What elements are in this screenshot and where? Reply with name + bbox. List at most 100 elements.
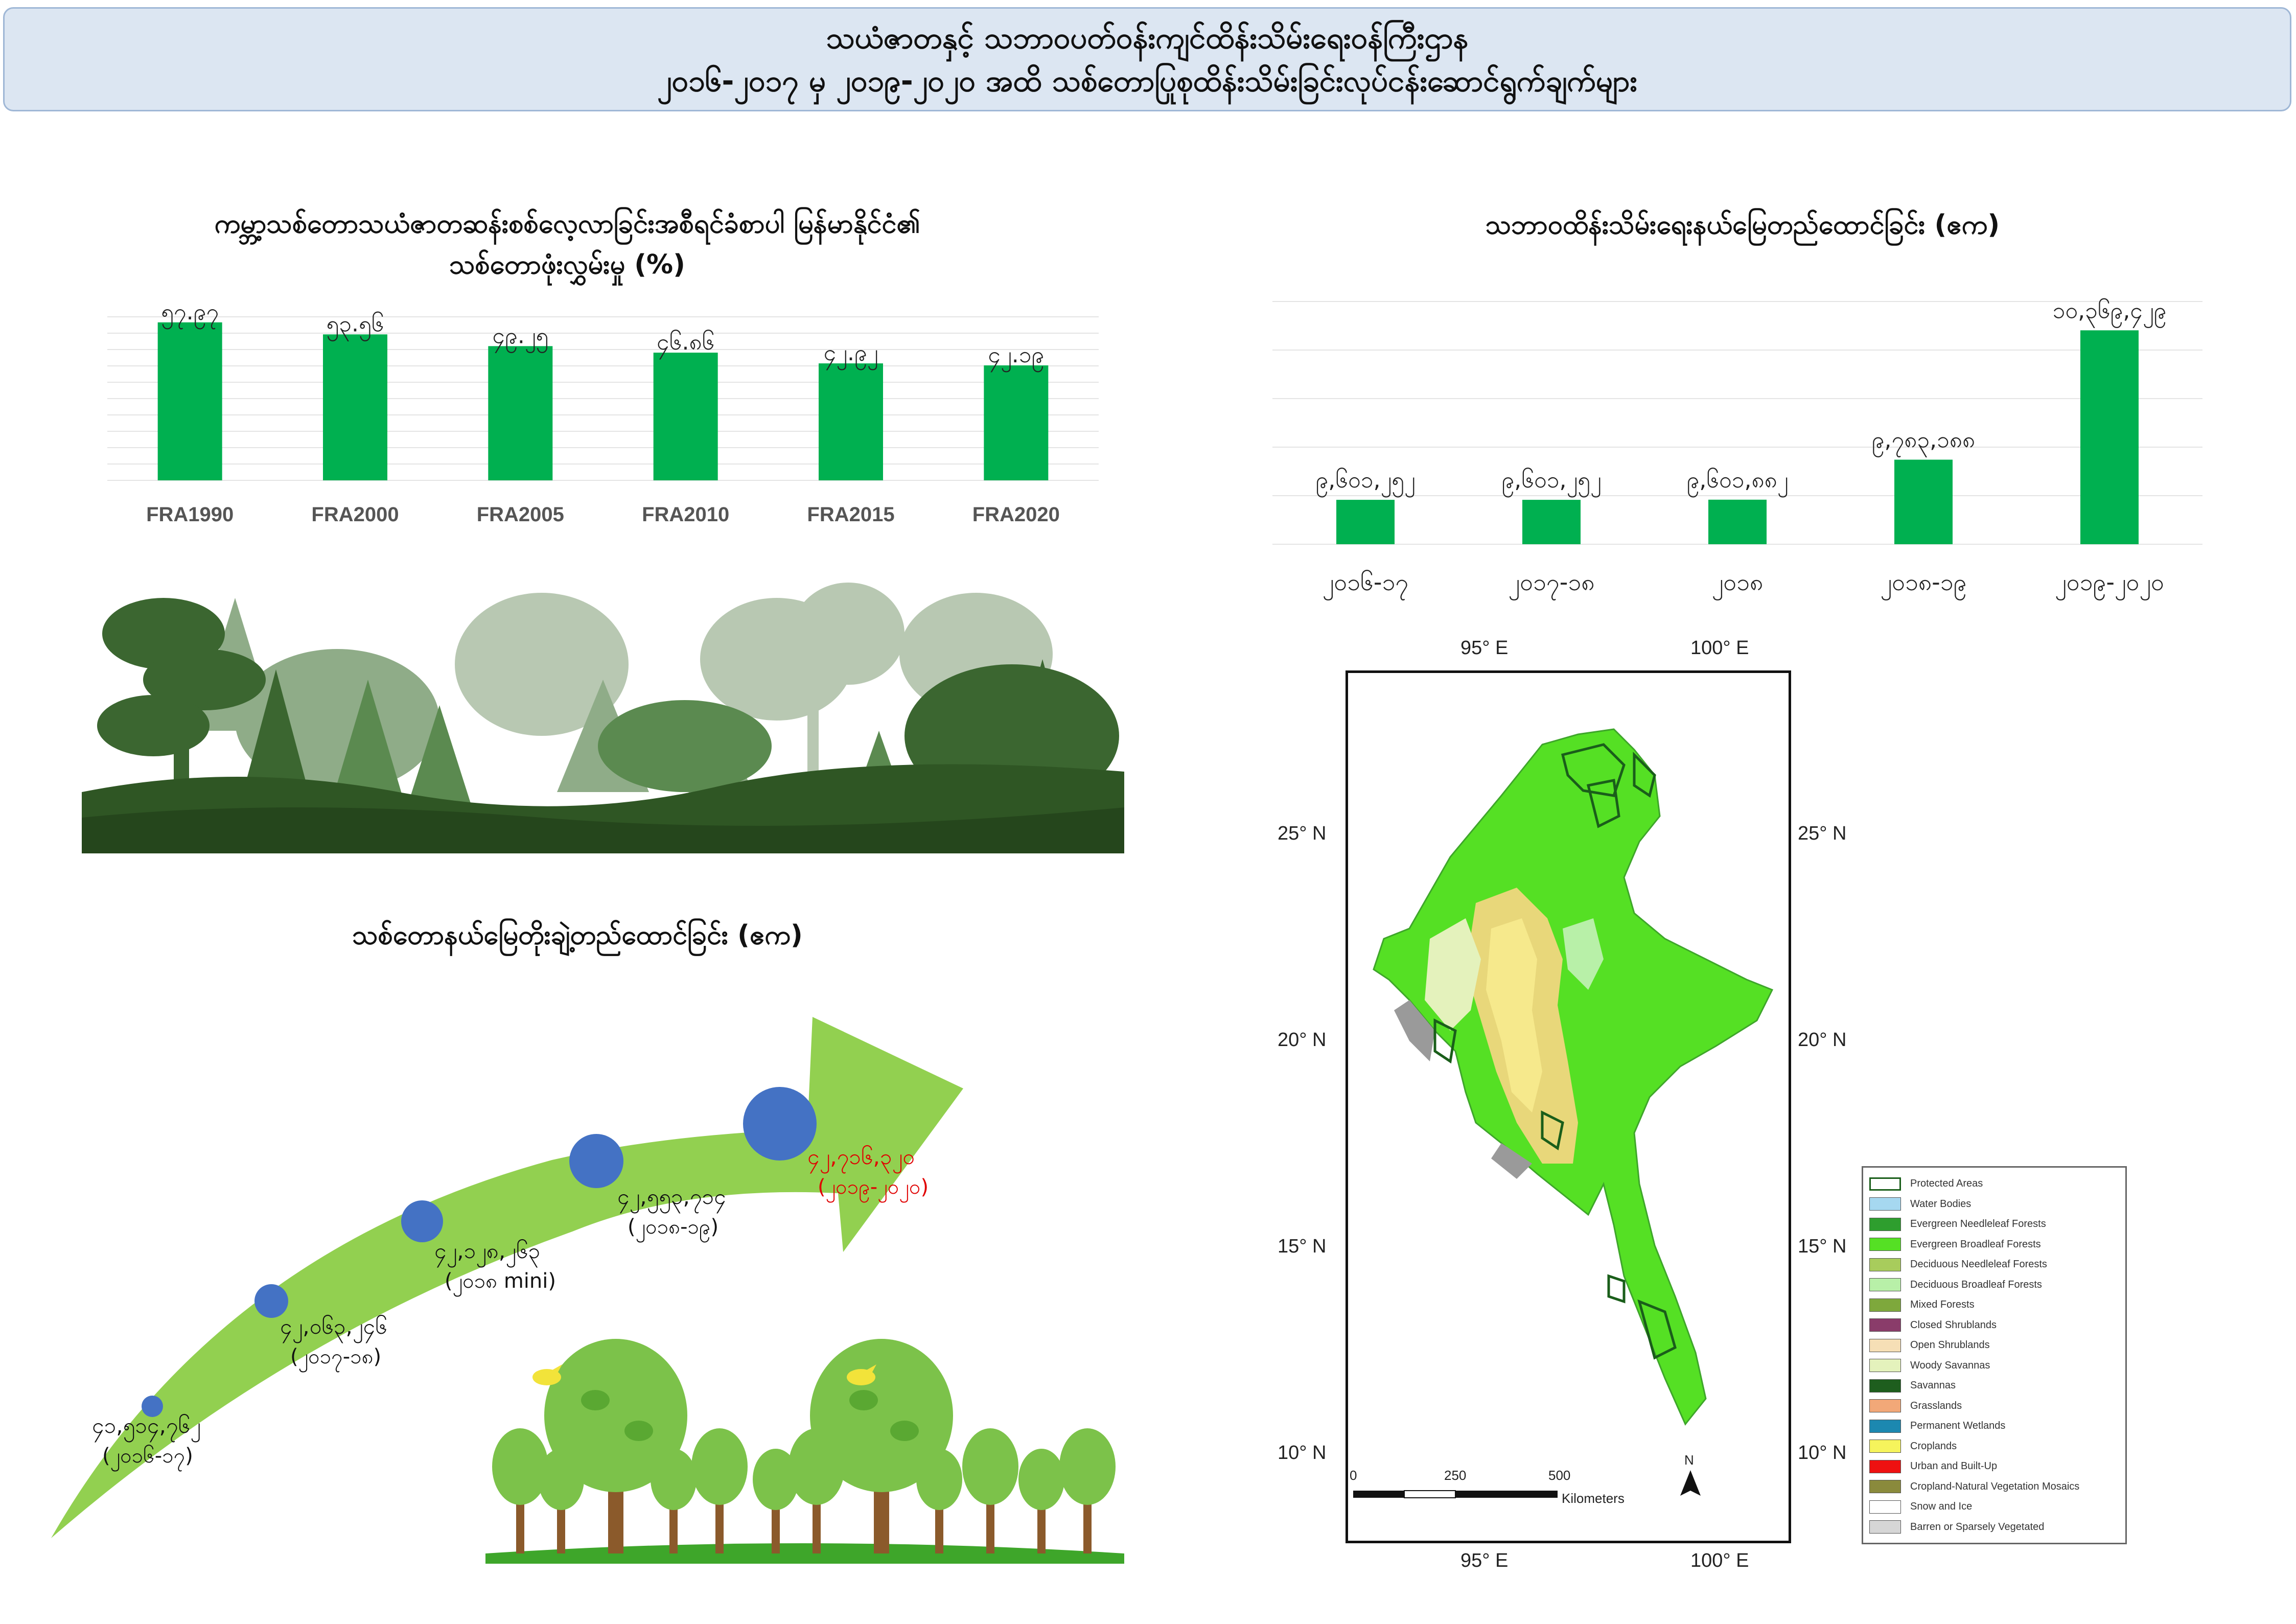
map-right-lat-tick: 25° N <box>1798 823 1847 844</box>
forest-silhouette-image <box>82 577 1124 853</box>
land-cover-map: 0 250 500 Kilometers N <box>1346 670 1791 1543</box>
forest-cover-chart: ၅၇.၉၇FRA1990၅၃.၅၆FRA2000၄၉.၂၅FRA2005၄၆.၈… <box>107 307 1099 526</box>
legend-label: Mixed Forests <box>1910 1299 1975 1311</box>
legend-swatch <box>1869 1379 1901 1393</box>
x-tick-label: FRA2005 <box>477 503 564 526</box>
bar <box>819 363 883 480</box>
bar <box>653 353 718 480</box>
bar-data-label: ၄၂.၉၂ <box>824 340 878 370</box>
north-arrow-icon <box>1680 1470 1701 1496</box>
x-tick-label: ၂၀၁၇-၁၈ <box>1509 568 1595 601</box>
x-tick-label: FRA2015 <box>807 503 894 526</box>
legend-label: Evergreen Broadleaf Forests <box>1910 1238 2041 1250</box>
legend-item: Permanent Wetlands <box>1869 1416 2125 1436</box>
legend-item: Croplands <box>1869 1436 2125 1457</box>
bird-icon <box>532 1364 562 1385</box>
legend-label: Deciduous Broadleaf Forests <box>1910 1279 2042 1290</box>
legend-item: Barren or Sparsely Vegetated <box>1869 1517 2125 1538</box>
legend-label: Permanent Wetlands <box>1910 1420 2006 1432</box>
scale-label-0: 0 <box>1350 1468 1357 1483</box>
legend-label: Deciduous Needleleaf Forests <box>1910 1259 2047 1270</box>
map-bottom-lon-tick: 95° E <box>1460 1550 1509 1571</box>
x-tick-label: FRA2020 <box>972 503 1060 526</box>
bar <box>1522 500 1581 544</box>
bar-data-label: ၁၀,၃၆၉,၄၂၉ <box>2053 297 2167 328</box>
map-right-lat-tick: 10° N <box>1798 1442 1847 1464</box>
x-tick-label: ၂၀၁၆-၁၇ <box>1323 568 1409 601</box>
map-right-lat-tick: 20° N <box>1798 1029 1847 1051</box>
legend-item: Woody Savannas <box>1869 1356 2125 1376</box>
bar <box>1894 459 1953 544</box>
legend-label: Closed Shrublands <box>1910 1319 1997 1331</box>
page-banner: သယံဇာတနှင့် သဘာဝပတ်ဝန်းကျင်ထိန်းသိမ်းရေး… <box>3 7 2291 111</box>
legend-label: Urban and Built-Up <box>1910 1460 1998 1472</box>
bar <box>323 334 387 480</box>
bar-data-label: ၉,၆၀၁,၈၈၂ <box>1687 467 1789 498</box>
x-tick-label: FRA2010 <box>642 503 729 526</box>
bar-data-label: ၉,၆၀၁,၂၅၂ <box>1316 467 1416 498</box>
legend-item: Protected Areas <box>1869 1174 2125 1194</box>
bar-data-label: ၄၉.၂၅ <box>492 322 548 353</box>
legend-swatch <box>1869 1338 1901 1352</box>
x-tick-label: FRA1990 <box>146 503 234 526</box>
legend-label: Protected Areas <box>1910 1178 1983 1190</box>
protected-area-title: သဘာဝထိန်းသိမ်းရေးနယ်မြေတည်ထောင်ခြင်း (ဧက… <box>1485 210 2000 240</box>
bar <box>1336 500 1395 544</box>
legend-item: Snow and Ice <box>1869 1497 2125 1517</box>
bar <box>2080 330 2139 544</box>
legend-label: Evergreen Needleleaf Forests <box>1910 1218 2046 1230</box>
x-tick-label: ၂၀၁၈ <box>1712 568 1764 601</box>
trees-illustration <box>485 1339 1124 1564</box>
legend-swatch <box>1869 1197 1901 1211</box>
legend-swatch <box>1869 1238 1901 1251</box>
legend-swatch <box>1869 1520 1901 1534</box>
legend-label: Open Shrublands <box>1910 1339 1990 1351</box>
legend-swatch <box>1869 1459 1901 1473</box>
bar <box>984 365 1049 480</box>
legend-swatch <box>1869 1298 1901 1312</box>
scale-bar <box>1353 1490 1558 1498</box>
map-top-lon-tick: 95° E <box>1460 637 1509 659</box>
legend-swatch <box>1869 1440 1901 1453</box>
legend-label: Croplands <box>1910 1440 1957 1452</box>
legend-label: Woody Savannas <box>1910 1359 1990 1371</box>
scale-unit-label: Kilometers <box>1562 1491 1625 1506</box>
legend-label: Grasslands <box>1910 1400 1962 1411</box>
north-label: N <box>1684 1452 1694 1468</box>
legend-item: Grasslands <box>1869 1396 2125 1417</box>
bar-data-label: ၄၂.၁၉ <box>988 342 1044 373</box>
map-top-lon-tick: 100° E <box>1690 637 1749 659</box>
banner-title-line1: သယံဇာတနှင့် သဘာဝပတ်ဝန်းကျင်ထိန်းသိမ်းရေး… <box>826 20 1469 55</box>
legend-item: Mixed Forests <box>1869 1295 2125 1315</box>
map-bottom-lon-tick: 100° E <box>1690 1550 1749 1571</box>
x-tick-label: FRA2000 <box>311 503 399 526</box>
map-left-lat-tick: 15° N <box>1278 1236 1327 1257</box>
legend-swatch <box>1869 1500 1901 1514</box>
x-tick-label: ၂၀၁၈-၁၉ <box>1881 568 1967 601</box>
banner-title-line2: ၂၀၁၆-၂၀၁၇ မှ ၂၀၁၉-၂၀၂၀ အထိ သစ်တောပြုစုထိ… <box>657 63 1637 98</box>
legend-item: Cropland-Natural Vegetation Mosaics <box>1869 1477 2125 1497</box>
legend-swatch <box>1869 1278 1901 1292</box>
legend-label: Barren or Sparsely Vegetated <box>1910 1521 2045 1533</box>
bar <box>157 322 222 480</box>
legend-item: Open Shrublands <box>1869 1335 2125 1356</box>
protected-area-chart: ၉,၆၀၁,၂၅၂၂၀၁၆-၁၇ ၉,၆၀၁,၂၅၂၂၀၁၇-၁၈ ၉,၆၀၁,၈၈… <box>1272 297 2202 601</box>
legend-item: Deciduous Needleleaf Forests <box>1869 1255 2125 1275</box>
bar <box>1708 499 1767 544</box>
legend-item: Deciduous Broadleaf Forests <box>1869 1275 2125 1295</box>
bar-data-label: ၉,၇၈၃,၁၈၈ <box>1872 427 1975 458</box>
forest-cover-title: ကမ္ဘာ့သစ်တောသယံဇာတဆန်းစစ်လေ့လာခြင်းအစီရင… <box>66 203 1068 285</box>
legend-swatch <box>1869 1318 1901 1332</box>
legend-swatch <box>1869 1399 1901 1413</box>
legend-swatch <box>1869 1480 1901 1494</box>
legend-label: Savannas <box>1910 1380 1956 1391</box>
legend-item: Evergreen Needleleaf Forests <box>1869 1214 2125 1235</box>
legend-label: Water Bodies <box>1910 1198 1972 1210</box>
bar <box>488 346 553 480</box>
x-tick-label: ၂၀၁၉-၂၀၂၀ <box>2055 568 2164 601</box>
legend-swatch <box>1869 1419 1901 1433</box>
scale-label-250: 250 <box>1444 1468 1467 1483</box>
bar-data-label: ၉,၆၀၁,၂၅၂ <box>1502 467 1602 498</box>
legend-label: Cropland-Natural Vegetation Mosaics <box>1910 1480 2080 1492</box>
legend-item: Closed Shrublands <box>1869 1315 2125 1336</box>
